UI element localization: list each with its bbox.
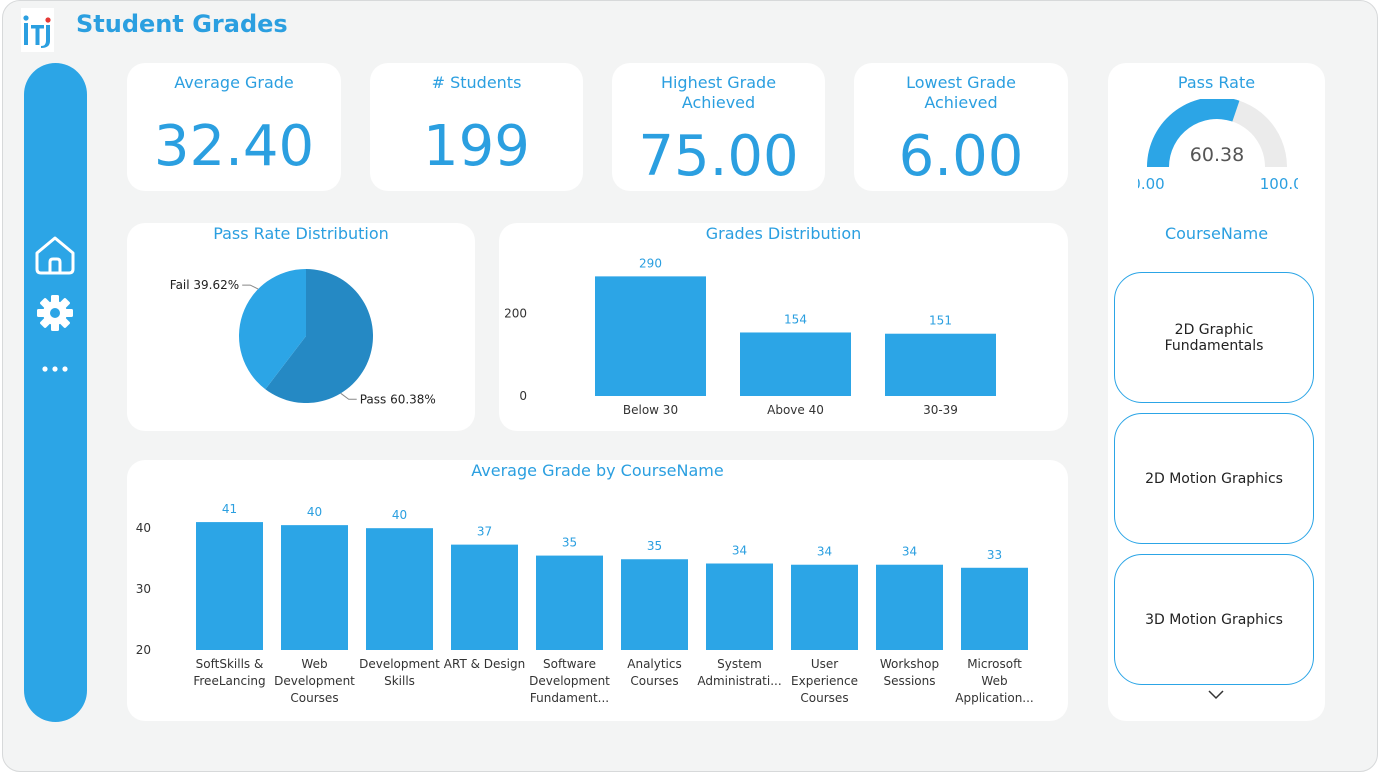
bar-value-label: 34	[902, 545, 917, 559]
x-tick-label: Microsoft Web Application...	[955, 657, 1034, 705]
kpi-value: 32.40	[153, 114, 315, 179]
x-tick-label: 30-39	[923, 403, 958, 417]
bar	[621, 559, 688, 650]
slicer-item[interactable]: 2D Graphic Fundamentals	[1114, 272, 1314, 403]
y-tick-label: 0	[519, 389, 527, 403]
report-canvas: Student Grades Average Grade 32.40 # Stu…	[2, 0, 1378, 772]
bar-value-label: 151	[929, 314, 952, 328]
x-tick-label: ART & Design	[444, 657, 525, 671]
bar-value-label: 35	[647, 539, 662, 553]
report-header: Student Grades	[3, 1, 1377, 53]
x-tick-label: Development Skills	[359, 657, 440, 688]
y-tick-label: 20	[136, 643, 151, 657]
bar-value-label: 154	[784, 312, 807, 326]
pie-leader-fail	[242, 284, 259, 290]
kpi-card-average-grade[interactable]: Average Grade 32.40	[127, 63, 341, 191]
more-icon[interactable]	[33, 347, 77, 391]
pie-label-pass: Pass 60.38%	[360, 392, 436, 406]
bar	[791, 564, 858, 650]
pie-label-fail: Fail 39.62%	[170, 278, 239, 292]
bar	[961, 567, 1028, 650]
iti-logo	[21, 8, 54, 52]
kpi-label: Lowest Grade Achieved	[906, 73, 1016, 112]
pass-rate-pie-chart[interactable]: Pass 60.38% Fail 39.62%	[127, 223, 475, 431]
right-panel: Pass Rate 60.38 0.00 100.00 CourseName 2…	[1108, 63, 1325, 721]
x-tick-label: System Administrati...	[697, 657, 781, 688]
kpi-label: Average Grade	[174, 73, 294, 92]
bar-value-label: 34	[817, 545, 832, 559]
kpi-card-highest-grade[interactable]: Highest Grade Achieved 75.00	[612, 63, 825, 191]
kpi-label: Highest Grade Achieved	[660, 73, 777, 112]
gear-icon[interactable]	[33, 291, 77, 335]
sidebar	[24, 63, 87, 722]
y-tick-label: 30	[136, 582, 151, 596]
x-tick-label: User Experience Courses	[791, 657, 858, 705]
pass-rate-distribution-card: Pass Rate Distribution Pass 60.38% Fail 3…	[127, 223, 475, 431]
bar	[196, 522, 263, 650]
bar-value-label: 41	[222, 502, 237, 516]
bar	[885, 333, 996, 396]
bar	[536, 555, 603, 650]
average-grade-by-course-chart[interactable]: 20 30 40 41 SoftSkills & FreeLancing 40 Web Deve…	[127, 460, 1068, 721]
grades-distribution-card: Grades Distribution 0 200 290 Below 30 154 Ab…	[499, 223, 1068, 431]
bar-value-label: 33	[987, 548, 1002, 562]
bar-value-label: 35	[562, 536, 577, 550]
average-grade-by-course-card: Average Grade by CourseName 20 30 40 41 Soft…	[127, 460, 1068, 721]
bar-value-label: 40	[392, 508, 407, 522]
x-tick-label: SoftSkills & FreeLancing	[193, 657, 265, 688]
kpi-value: 6.00	[898, 124, 1024, 189]
y-tick-label: 40	[136, 521, 151, 535]
x-tick-label: Software Development Fundament...	[529, 657, 610, 705]
grades-distribution-chart[interactable]: 0 200 290 Below 30 154 Above 40 151 30-39	[499, 223, 1068, 431]
bar	[876, 564, 943, 650]
kpi-card-students[interactable]: # Students 199	[370, 63, 583, 191]
chevron-down-icon[interactable]	[1207, 689, 1225, 701]
kpi-value: 75.00	[638, 124, 799, 189]
gauge-max-label: 100.00	[1260, 175, 1298, 193]
slicer-item[interactable]: 3D Motion Graphics	[1114, 554, 1314, 685]
bar-value-label: 40	[307, 505, 322, 519]
kpi-card-lowest-grade[interactable]: Lowest Grade Achieved 6.00	[854, 63, 1068, 191]
bar	[281, 525, 348, 650]
slicer-title: CourseName	[1164, 224, 1269, 243]
gauge-min-label: 0.00	[1138, 175, 1165, 193]
x-tick-label: Below 30	[623, 403, 678, 417]
bar-value-label: 290	[639, 256, 662, 270]
x-tick-label: Workshop Sessions	[880, 657, 939, 688]
home-icon[interactable]	[33, 233, 77, 277]
x-tick-label: Analytics Courses	[627, 657, 682, 688]
slicer-item[interactable]: 2D Motion Graphics	[1114, 413, 1314, 544]
page-title: Student Grades	[76, 10, 288, 38]
bar	[451, 544, 518, 650]
bar-value-label: 34	[732, 544, 747, 558]
bar	[366, 528, 433, 650]
bar	[706, 563, 773, 650]
y-tick-label: 200	[504, 307, 527, 321]
bar	[740, 332, 851, 396]
x-tick-label: Web Development Courses	[274, 657, 355, 705]
x-tick-label: Above 40	[767, 403, 824, 417]
pie-leader-pass	[340, 392, 357, 400]
bar-value-label: 37	[477, 525, 492, 539]
kpi-label: # Students	[431, 73, 522, 92]
pass-rate-gauge[interactable]: 60.38 0.00 100.00	[1138, 99, 1298, 199]
gauge-title: Pass Rate	[1177, 73, 1256, 92]
kpi-value: 199	[423, 114, 530, 179]
gauge-value: 60.38	[1190, 144, 1244, 166]
bar	[595, 276, 706, 396]
